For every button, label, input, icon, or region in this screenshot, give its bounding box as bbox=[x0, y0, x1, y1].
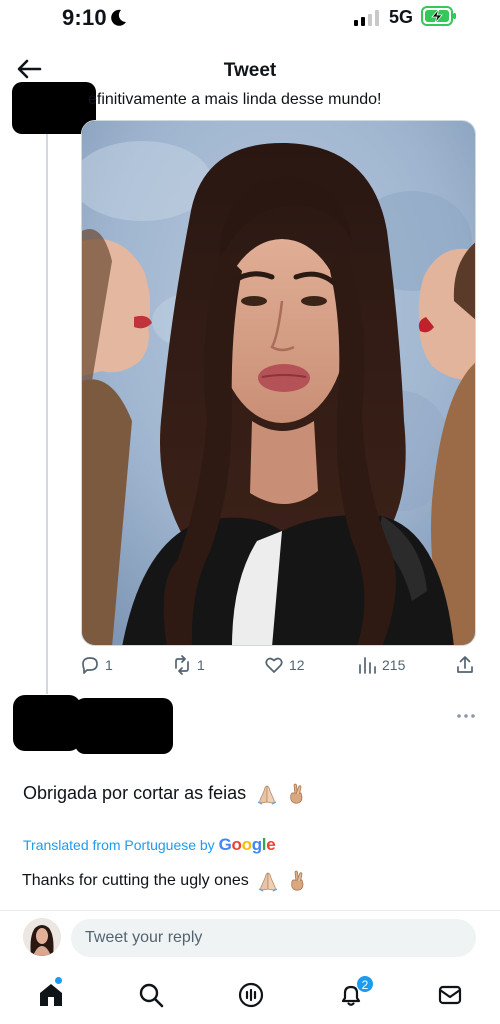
search-icon[interactable] bbox=[136, 980, 166, 1010]
avatar[interactable] bbox=[23, 918, 61, 956]
status-time: 9:10 bbox=[62, 5, 107, 30]
reply-text: Obrigada por cortar as feias bbox=[23, 783, 308, 805]
network-label: 5G bbox=[389, 7, 414, 27]
avatar-image bbox=[23, 918, 61, 956]
translation-text: Thanks for cutting the ugly ones bbox=[22, 870, 309, 892]
tweet-actions: 1 1 12 215 bbox=[80, 652, 480, 680]
share-action[interactable] bbox=[455, 652, 475, 678]
moon-icon bbox=[111, 9, 126, 26]
photo-canvas bbox=[82, 121, 475, 645]
redacted-reply-name bbox=[75, 698, 173, 754]
home-icon[interactable] bbox=[36, 980, 66, 1010]
translated-by-link[interactable]: Translated from Portuguese by Google bbox=[23, 835, 276, 855]
crossed-fingers-emoji bbox=[290, 870, 304, 891]
reply-count: 1 bbox=[105, 657, 113, 673]
heart-icon bbox=[265, 657, 283, 673]
battery-charging-icon bbox=[421, 6, 456, 26]
reply-input[interactable]: Tweet your reply bbox=[71, 919, 476, 957]
views-action[interactable]: 215 bbox=[357, 652, 405, 678]
like-action[interactable]: 12 bbox=[264, 652, 305, 678]
tweet-text: efinitivamente a mais linda desse mundo! bbox=[88, 91, 382, 108]
messages-icon[interactable] bbox=[435, 980, 465, 1010]
like-count: 12 bbox=[289, 657, 305, 673]
reply-text-content: Obrigada por cortar as feias bbox=[23, 783, 247, 803]
bottom-nav: 2 bbox=[0, 972, 500, 1020]
redacted-reply-avatar bbox=[13, 695, 81, 751]
compose-divider bbox=[0, 910, 500, 911]
share-icon bbox=[457, 656, 473, 673]
praying-hands-emoji bbox=[258, 872, 278, 892]
crossed-fingers-emoji bbox=[290, 783, 303, 804]
more-options-icon[interactable] bbox=[455, 710, 477, 722]
signal-icon bbox=[354, 10, 379, 26]
retweet-action[interactable]: 1 bbox=[172, 652, 205, 678]
retweet-icon bbox=[175, 655, 189, 675]
google-logo: Google bbox=[218, 835, 276, 854]
retweet-count: 1 bbox=[197, 657, 205, 673]
status-bar: 9:10 5G bbox=[0, 0, 500, 34]
translated-label: Translated from Portuguese by bbox=[23, 837, 215, 853]
translation-content: Thanks for cutting the ugly ones bbox=[22, 872, 249, 890]
reply-icon bbox=[82, 657, 98, 674]
page-title: Tweet bbox=[223, 60, 277, 81]
reply-action[interactable]: 1 bbox=[80, 652, 113, 678]
praying-hands-emoji bbox=[257, 785, 277, 805]
thread-line bbox=[46, 132, 48, 694]
tweet-photo[interactable] bbox=[81, 120, 476, 646]
views-icon bbox=[359, 657, 376, 674]
home-unread-dot bbox=[55, 977, 62, 984]
views-count: 215 bbox=[382, 657, 406, 673]
spaces-icon[interactable] bbox=[236, 980, 266, 1010]
notification-badge: 2 bbox=[356, 975, 374, 993]
